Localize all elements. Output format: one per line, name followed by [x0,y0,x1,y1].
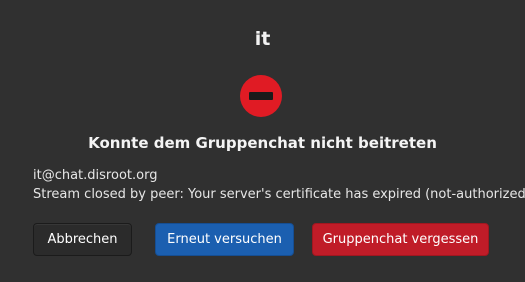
cancel-button[interactable]: Abbrechen [33,223,132,256]
error-heading: Konnte dem Gruppenchat nicht beitreten [88,134,437,152]
error-reason: Stream closed by peer: Your server's cer… [33,187,525,202]
dialog-title: it [254,28,271,50]
room-jid: it@chat.disroot.org [33,168,158,183]
join-error-dialog: it Konnte dem Gruppenchat nicht beitrete… [0,0,525,282]
retry-button[interactable]: Erneut versuchen [155,223,294,256]
error-stop-icon [239,74,283,118]
forget-groupchat-button[interactable]: Gruppenchat vergessen [312,223,489,256]
